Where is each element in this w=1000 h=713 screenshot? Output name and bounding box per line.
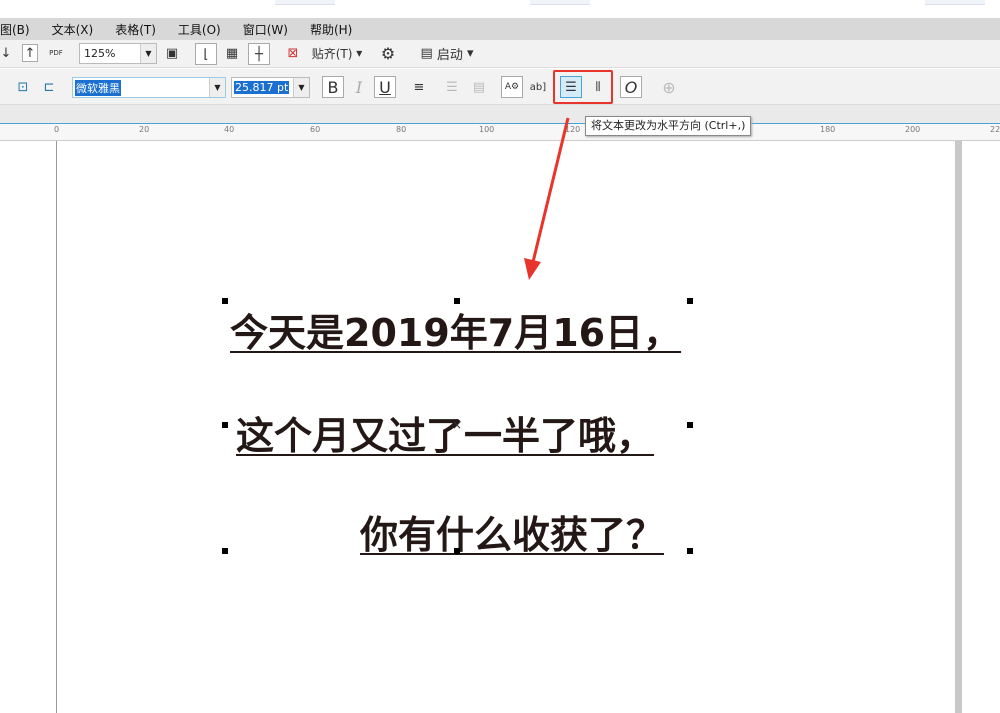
tooltip: 将文本更改为水平方向 (Ctrl+,)	[585, 116, 752, 136]
annotation-arrow	[524, 117, 570, 280]
arrow-head	[524, 258, 541, 280]
arrow-shaft	[531, 117, 570, 263]
